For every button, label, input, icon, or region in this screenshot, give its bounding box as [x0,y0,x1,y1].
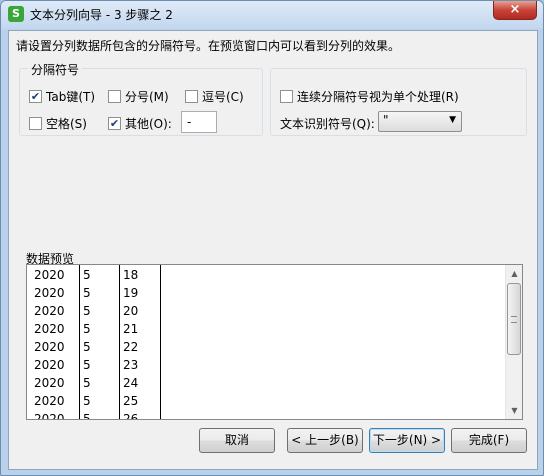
grip-icon [511,316,517,323]
space-option[interactable]: 空格(S) [29,115,87,132]
table-row: 2020 5 26 [27,409,504,420]
wizard-window: S 文本分列向导 - 3 步骤之 2 × 请设置分列数据所包含的分隔符号。在预览… [0,0,544,476]
table-cell: 5 [83,268,91,282]
table-cell: 5 [83,340,91,354]
table-cell: 5 [83,286,91,300]
title-bar[interactable]: S 文本分列向导 - 3 步骤之 2 × [1,1,543,29]
table-row: 2020 5 25 [27,391,504,409]
delimiter-group: 分隔符号 ✔ Tab键(T) 分号(M) 逗号(C) 空格(S) ✔ 其他(O)… [19,61,263,136]
other-option[interactable]: ✔ 其他(O): [108,115,172,132]
scroll-thumb[interactable] [507,283,521,355]
table-cell: 2020 [34,358,65,372]
table-row: 2020 5 20 [27,301,504,319]
options-group: 连续分隔符号视为单个处理(R) 文本识别符号(Q): " ▼ [270,68,527,136]
table-cell: 2020 [34,340,65,354]
preview-rows: 2020 5 18 2020 5 19 2020 5 20 2020 5 21 2020 5 22 2020 5… [27,265,504,420]
close-button[interactable]: × [493,1,537,20]
check-icon: ✔ [30,90,41,103]
space-checkbox[interactable] [29,117,42,130]
tab-option[interactable]: ✔ Tab键(T) [29,88,95,105]
other-delimiter-input[interactable]: - [181,111,217,133]
table-cell: 2020 [34,376,65,390]
table-cell: 5 [83,304,91,318]
other-checkbox[interactable]: ✔ [108,117,121,130]
next-button[interactable]: 下一步(N) > [369,428,445,453]
column-break[interactable] [119,265,120,419]
table-cell: 2020 [34,286,65,300]
text-qualifier-value: " [383,113,389,127]
table-row: 2020 5 22 [27,337,504,355]
preview-scrollbar[interactable]: ▲ ▼ [505,265,522,419]
table-cell: 5 [83,412,91,420]
table-row: 2020 5 21 [27,319,504,337]
table-cell: 2020 [34,268,65,282]
table-cell: 25 [123,394,139,408]
table-cell: 18 [123,268,139,282]
data-preview[interactable]: 2020 5 18 2020 5 19 2020 5 20 2020 5 21 2020 5 22 2020 5… [26,264,523,420]
table-cell: 20 [123,304,139,318]
finish-button[interactable]: 完成(F) [451,428,527,453]
table-row: 2020 5 19 [27,283,504,301]
check-icon: ✔ [109,117,120,130]
table-row: 2020 5 18 [27,265,504,283]
back-button[interactable]: < 上一步(B) [287,428,363,453]
comma-checkbox[interactable] [185,90,198,103]
table-cell: 2020 [34,412,65,420]
window-title: 文本分列向导 - 3 步骤之 2 [30,8,173,22]
semicolon-label: 分号(M) [125,90,169,104]
space-label: 空格(S) [46,117,87,131]
table-row: 2020 5 23 [27,355,504,373]
comma-option[interactable]: 逗号(C) [185,88,244,105]
chevron-down-icon: ▼ [449,115,456,125]
other-label: 其他(O): [125,117,172,131]
scroll-down-icon[interactable]: ▼ [506,402,522,419]
delimiter-group-title: 分隔符号 [28,61,83,78]
scroll-up-icon[interactable]: ▲ [506,265,522,282]
table-cell: 2020 [34,304,65,318]
dialog-client: 请设置分列数据所包含的分隔符号。在预览窗口内可以看到分列的效果。 分隔符号 ✔ … [8,30,538,470]
semicolon-option[interactable]: 分号(M) [108,88,169,105]
consecutive-label: 连续分隔符号视为单个处理(R) [297,90,459,104]
app-logo-icon: S [8,6,24,22]
table-cell: 26 [123,412,139,420]
tab-checkbox[interactable]: ✔ [29,90,42,103]
text-qualifier-row: 文本识别符号(Q): [280,115,375,132]
table-row: 2020 5 24 [27,373,504,391]
consecutive-option[interactable]: 连续分隔符号视为单个处理(R) [280,88,459,105]
table-cell: 5 [83,358,91,372]
semicolon-checkbox[interactable] [108,90,121,103]
cancel-button[interactable]: 取消 [199,428,275,453]
table-cell: 5 [83,394,91,408]
table-cell: 2020 [34,394,65,408]
table-cell: 22 [123,340,139,354]
text-qualifier-select[interactable]: " ▼ [378,111,462,132]
table-cell: 21 [123,322,139,336]
table-cell: 19 [123,286,139,300]
table-cell: 24 [123,376,139,390]
text-qualifier-label: 文本识别符号(Q): [280,117,375,131]
table-cell: 23 [123,358,139,372]
table-cell: 2020 [34,322,65,336]
instruction-text: 请设置分列数据所包含的分隔符号。在预览窗口内可以看到分列的效果。 [16,39,401,53]
tab-label: Tab键(T) [46,90,96,104]
column-break[interactable] [160,265,161,419]
consecutive-checkbox[interactable] [280,90,293,103]
column-break[interactable] [79,265,80,419]
comma-label: 逗号(C) [202,90,244,104]
table-cell: 5 [83,376,91,390]
table-cell: 5 [83,322,91,336]
